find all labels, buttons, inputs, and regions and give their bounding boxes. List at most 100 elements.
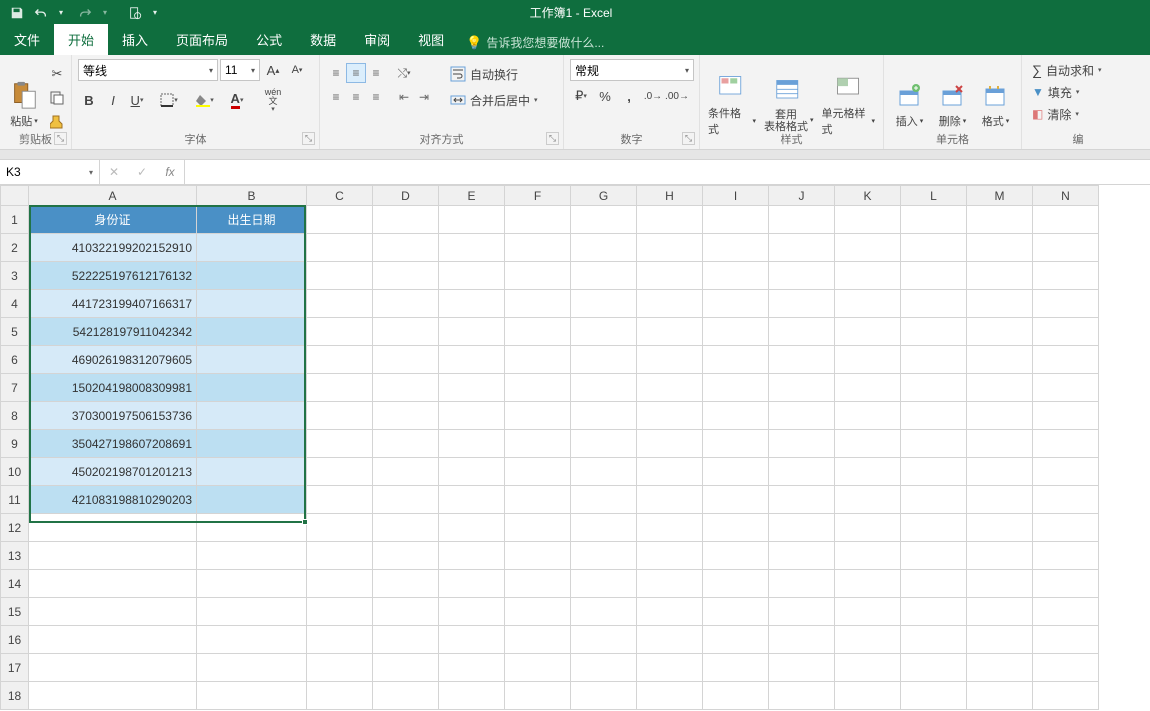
column-header-J[interactable]: J [769,186,835,206]
cell-E15[interactable] [439,598,505,626]
comma-format-button[interactable]: , [618,85,640,107]
fill-color-button[interactable]: ▾ [190,89,220,111]
cell-M6[interactable] [967,346,1033,374]
cell-B5[interactable] [197,318,307,346]
align-center-button[interactable]: ≡ [346,87,366,107]
column-header-L[interactable]: L [901,186,967,206]
cell-L16[interactable] [901,626,967,654]
cell-G5[interactable] [571,318,637,346]
cell-F13[interactable] [505,542,571,570]
cell-B9[interactable] [197,430,307,458]
align-bottom-button[interactable]: ≡ [366,63,386,83]
cell-M8[interactable] [967,402,1033,430]
cell-N1[interactable] [1033,206,1099,234]
cell-D4[interactable] [373,290,439,318]
cell-B1[interactable]: 出生日期 [197,206,307,234]
column-header-H[interactable]: H [637,186,703,206]
cell-I15[interactable] [703,598,769,626]
cell-A17[interactable] [29,654,197,682]
cell-M2[interactable] [967,234,1033,262]
cell-G18[interactable] [571,682,637,710]
cell-K14[interactable] [835,570,901,598]
fill-button[interactable]: ▼ 填充▾ [1028,81,1128,103]
cell-L7[interactable] [901,374,967,402]
cell-B6[interactable] [197,346,307,374]
row-header-12[interactable]: 12 [1,514,29,542]
cell-L12[interactable] [901,514,967,542]
undo-dropdown-icon[interactable]: ▾ [50,2,72,24]
formula-cancel-button[interactable]: ✕ [100,165,128,179]
row-header-13[interactable]: 13 [1,542,29,570]
cell-L5[interactable] [901,318,967,346]
cell-N3[interactable] [1033,262,1099,290]
column-header-D[interactable]: D [373,186,439,206]
cell-J16[interactable] [769,626,835,654]
cell-E1[interactable] [439,206,505,234]
cell-C2[interactable] [307,234,373,262]
cell-C6[interactable] [307,346,373,374]
cell-F1[interactable] [505,206,571,234]
cell-I3[interactable] [703,262,769,290]
column-header-C[interactable]: C [307,186,373,206]
italic-button[interactable]: I [102,89,124,111]
cell-G11[interactable] [571,486,637,514]
cell-F14[interactable] [505,570,571,598]
cell-D12[interactable] [373,514,439,542]
cell-A4[interactable]: 441723199407166317 [29,290,197,318]
cell-M16[interactable] [967,626,1033,654]
cell-J13[interactable] [769,542,835,570]
cell-C1[interactable] [307,206,373,234]
cell-D1[interactable] [373,206,439,234]
cell-M7[interactable] [967,374,1033,402]
cell-J12[interactable] [769,514,835,542]
column-header-I[interactable]: I [703,186,769,206]
decrease-decimal-button[interactable]: .00→ [666,85,688,107]
cell-K15[interactable] [835,598,901,626]
cell-J1[interactable] [769,206,835,234]
column-header-E[interactable]: E [439,186,505,206]
row-header-16[interactable]: 16 [1,626,29,654]
cell-K9[interactable] [835,430,901,458]
row-header-3[interactable]: 3 [1,262,29,290]
cell-J11[interactable] [769,486,835,514]
merge-center-button[interactable]: 合并后居中 ▾ [446,89,542,111]
cell-N6[interactable] [1033,346,1099,374]
cell-H9[interactable] [637,430,703,458]
font-size-combo[interactable]: 11▾ [220,59,260,81]
cell-C16[interactable] [307,626,373,654]
cell-D11[interactable] [373,486,439,514]
cell-I8[interactable] [703,402,769,430]
cell-A12[interactable] [29,514,197,542]
row-header-19[interactable]: 19 [1,710,29,711]
namebox-dropdown-icon[interactable]: ▾ [89,168,93,177]
cell-N4[interactable] [1033,290,1099,318]
cell-I9[interactable] [703,430,769,458]
cell-M19[interactable] [967,710,1033,711]
save-icon[interactable] [6,2,28,24]
cell-G17[interactable] [571,654,637,682]
cell-L13[interactable] [901,542,967,570]
cell-A8[interactable]: 370300197506153736 [29,402,197,430]
cell-M11[interactable] [967,486,1033,514]
cell-H15[interactable] [637,598,703,626]
cell-F12[interactable] [505,514,571,542]
format-painter-button[interactable] [46,111,68,133]
cell-A6[interactable]: 469026198312079605 [29,346,197,374]
cell-G2[interactable] [571,234,637,262]
cell-F6[interactable] [505,346,571,374]
cell-I17[interactable] [703,654,769,682]
cell-E12[interactable] [439,514,505,542]
cell-L17[interactable] [901,654,967,682]
cell-G9[interactable] [571,430,637,458]
cell-C10[interactable] [307,458,373,486]
cell-E19[interactable] [439,710,505,711]
row-header-6[interactable]: 6 [1,346,29,374]
row-header-2[interactable]: 2 [1,234,29,262]
cell-K16[interactable] [835,626,901,654]
cell-M1[interactable] [967,206,1033,234]
cell-B14[interactable] [197,570,307,598]
cell-J19[interactable] [769,710,835,711]
cell-D9[interactable] [373,430,439,458]
cell-K3[interactable] [835,262,901,290]
cell-H6[interactable] [637,346,703,374]
